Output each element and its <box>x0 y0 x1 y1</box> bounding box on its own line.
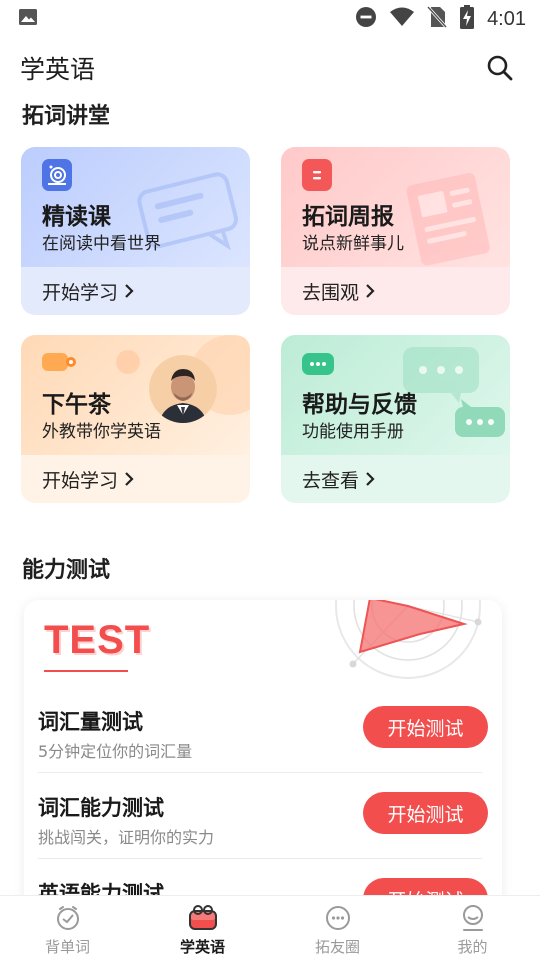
card-help-feedback[interactable]: 去查看 帮助与反馈 功能使用手册 <box>281 335 510 503</box>
tv-icon <box>188 905 217 930</box>
chevron-right-icon <box>365 471 375 487</box>
chevron-right-icon <box>124 283 134 299</box>
card-afternoon-tea[interactable]: 开始学习 下午茶 外教带你学英语 <box>21 335 250 503</box>
card-title: 精读课 <box>42 204 111 230</box>
card-subtitle: 外教带你学英语 <box>42 422 161 442</box>
card-action[interactable]: 开始学习 <box>21 455 250 503</box>
card-subtitle: 说点新鲜事儿 <box>302 234 404 254</box>
chevron-right-icon <box>124 471 134 487</box>
nav-item-vocabulary[interactable]: 背单词 <box>0 896 135 960</box>
chevron-right-icon <box>365 283 375 299</box>
radar-chart-deco <box>335 600 482 679</box>
card-title: 帮助与反馈 <box>302 392 417 418</box>
header: 学英语 <box>0 44 540 92</box>
test-item-subtitle: 挑战闯关，证明你的实力 <box>38 828 215 847</box>
bottom-nav: 背单词 学英语 拓友圈 我的 <box>0 895 540 960</box>
newspaper-deco-icon <box>406 172 490 266</box>
card-title: 拓词周报 <box>302 204 394 230</box>
test-logo: TEST <box>44 618 151 662</box>
test-item-title: 词汇能力测试 <box>38 796 164 820</box>
search-button[interactable] <box>480 48 520 88</box>
tea-icon <box>42 351 78 381</box>
divider <box>38 858 482 859</box>
status-time: 4:01 <box>487 7 526 30</box>
start-test-button[interactable]: 开始测试 <box>363 792 488 834</box>
card-subtitle: 在阅读中看世界 <box>42 234 161 254</box>
card-action[interactable]: 开始学习 <box>21 267 250 315</box>
battery-charging-icon <box>459 4 475 34</box>
test-item-vocabulary-size: 词汇量测试 5分钟定位你的词汇量 开始测试 <box>38 700 488 786</box>
nav-item-learn-english[interactable]: 学英语 <box>135 896 270 960</box>
search-icon <box>487 55 513 81</box>
card-subtitle: 功能使用手册 <box>302 422 404 442</box>
divider <box>38 772 482 773</box>
test-card: TEST 词汇量测试 5分钟定位你的词汇量 开始测试 词汇能力测试 挑战闯关，证… <box>24 600 502 920</box>
page-title: 学英语 <box>20 55 96 84</box>
start-test-button[interactable]: 开始测试 <box>363 706 488 748</box>
nav-item-community[interactable]: 拓友圈 <box>270 896 405 960</box>
clock-icon <box>56 906 79 930</box>
wifi-icon <box>389 6 415 32</box>
bubble-deco <box>116 350 140 374</box>
status-bar: 4:01 <box>0 0 540 38</box>
test-item-subtitle: 5分钟定位你的词汇量 <box>38 742 193 761</box>
test-item-title: 词汇量测试 <box>38 710 143 734</box>
image-icon <box>18 7 38 31</box>
chat-icon <box>302 351 336 383</box>
newspaper-icon <box>302 159 332 195</box>
profile-icon <box>462 905 483 931</box>
section-title-courses: 拓词讲堂 <box>22 104 111 129</box>
card-weekly-news[interactable]: 去围观 拓词周报 说点新鲜事儿 <box>281 147 510 315</box>
section-title-test: 能力测试 <box>22 558 111 583</box>
test-item-vocabulary-ability: 词汇能力测试 挑战闯关，证明你的实力 开始测试 <box>38 786 488 872</box>
card-action[interactable]: 去查看 <box>281 455 510 503</box>
nav-item-profile[interactable]: 我的 <box>405 896 540 960</box>
no-sim-icon <box>426 5 448 33</box>
chat-bubble-icon <box>325 906 350 930</box>
snail-icon <box>42 159 72 195</box>
avatar <box>149 355 217 423</box>
card-intensive-reading[interactable]: 开始学习 精读课 在阅读中看世界 <box>21 147 250 315</box>
card-action[interactable]: 去围观 <box>281 267 510 315</box>
card-title: 下午茶 <box>42 392 111 418</box>
test-logo-underline <box>44 670 128 672</box>
dnd-icon <box>355 6 377 32</box>
